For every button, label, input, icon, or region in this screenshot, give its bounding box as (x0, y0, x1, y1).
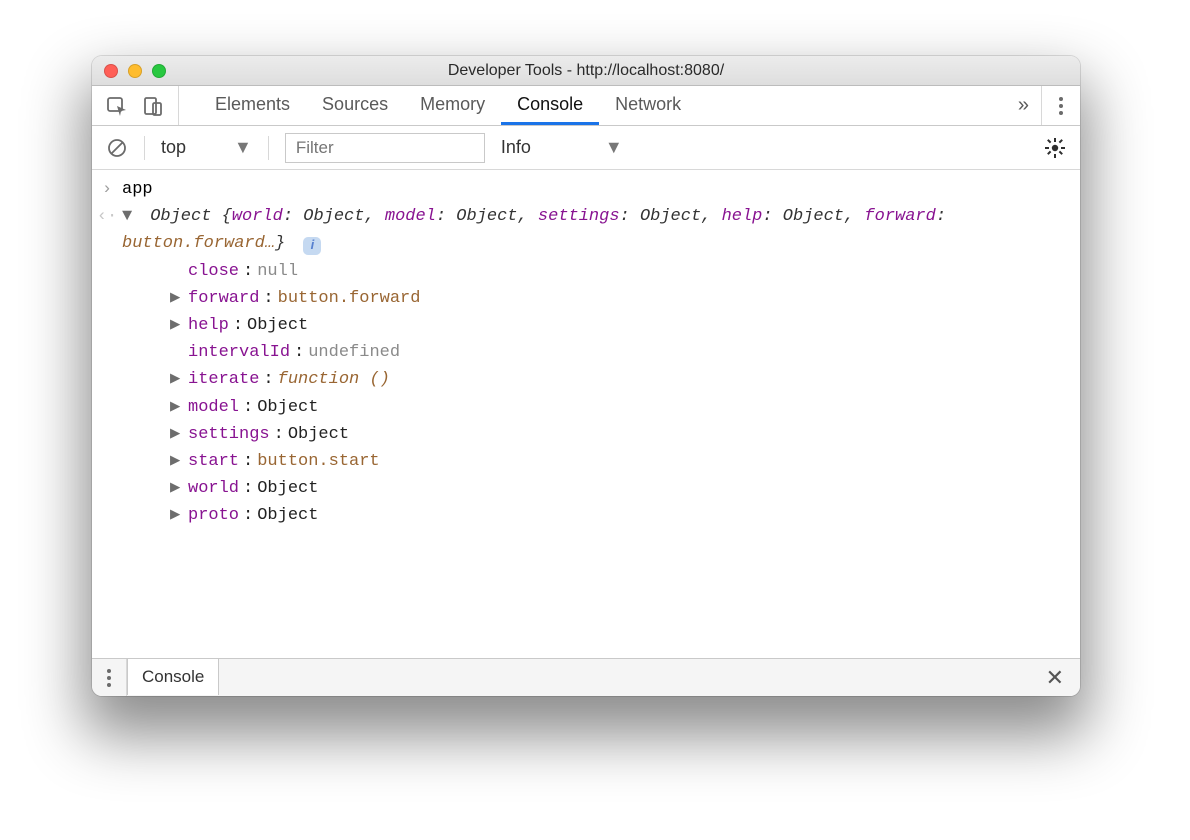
devtools-window: Developer Tools - http://localhost:8080/… (92, 56, 1080, 696)
property-value: Object (247, 312, 308, 339)
triangle-right-icon[interactable]: ▶ (170, 285, 184, 312)
console-input-echo: app (122, 176, 1080, 203)
separator (144, 136, 145, 160)
property-value: button.start (257, 448, 379, 475)
property-value: Object (257, 394, 318, 421)
property-value: null (257, 258, 298, 285)
object-property: ▶intervalId: undefined (170, 339, 1068, 366)
titlebar[interactable]: Developer Tools - http://localhost:8080/ (92, 56, 1080, 86)
drawer-kebab-menu-icon[interactable] (106, 668, 112, 688)
object-property[interactable]: ▶ proto : Object (170, 502, 1068, 529)
inspect-element-icon[interactable] (106, 95, 128, 117)
clear-console-icon[interactable] (106, 137, 128, 159)
log-level-select[interactable]: Info ▼ (501, 137, 623, 158)
log-level-value: Info (501, 137, 531, 158)
property-key: intervalId (188, 339, 290, 366)
property-key: start (188, 448, 239, 475)
object-property[interactable]: ▶settings: Object (170, 421, 1068, 448)
property-value: Object (257, 475, 318, 502)
return-chevron-icon: ‹· (92, 203, 122, 230)
toggle-device-toolbar-icon[interactable] (142, 95, 164, 117)
execution-context-select[interactable]: top ▼ (161, 137, 252, 158)
tab-console[interactable]: Console (501, 86, 599, 125)
property-key: proto (188, 502, 239, 529)
property-value: button.forward (278, 285, 421, 312)
chevron-down-icon: ▼ (234, 137, 252, 158)
triangle-right-icon[interactable]: ▶ (170, 312, 184, 339)
tab-sources[interactable]: Sources (306, 86, 404, 125)
drawer-tab-console[interactable]: Console (127, 658, 219, 695)
console-body[interactable]: › app ‹· ▼ Object {world: Object, model:… (92, 170, 1080, 658)
object-property[interactable]: ▶start: button.start (170, 448, 1068, 475)
window-title: Developer Tools - http://localhost:8080/ (92, 62, 1080, 80)
kebab-menu-icon[interactable] (1058, 96, 1064, 116)
triangle-right-icon[interactable]: ▶ (170, 394, 184, 421)
console-filter-input[interactable] (285, 133, 485, 163)
tab-network[interactable]: Network (599, 86, 697, 125)
minimize-window-button[interactable] (128, 64, 142, 78)
drawer: Console ✕ (92, 658, 1080, 696)
chevron-down-icon: ▼ (605, 137, 623, 158)
property-key: help (188, 312, 229, 339)
triangle-right-icon[interactable]: ▶ (170, 475, 184, 502)
triangle-right-icon[interactable]: ▶ (170, 421, 184, 448)
property-key: settings (188, 421, 270, 448)
console-subbar: top ▼ Info ▼ (92, 126, 1080, 170)
property-key: model (188, 394, 239, 421)
property-key: world (188, 475, 239, 502)
object-property: ▶close: null (170, 258, 1068, 285)
execution-context-value: top (161, 137, 186, 158)
property-value: Object (257, 502, 318, 529)
property-key: close (188, 258, 239, 285)
drawer-tab-label: Console (142, 667, 204, 687)
main-toolbar: ElementsSourcesMemoryConsoleNetwork » (92, 86, 1080, 126)
property-key: forward (188, 285, 259, 312)
object-property[interactable]: ▶forward: button.forward (170, 285, 1068, 312)
close-window-button[interactable] (104, 64, 118, 78)
triangle-right-icon[interactable]: ▶ (170, 502, 184, 529)
triangle-right-icon[interactable]: ▶ (170, 366, 184, 393)
more-tabs-icon[interactable]: » (1006, 86, 1041, 125)
property-value: function () (278, 366, 390, 393)
object-property[interactable]: ▶model: Object (170, 394, 1068, 421)
traffic-lights (92, 64, 166, 78)
object-expand-toggle[interactable]: ▼ (122, 203, 134, 230)
tab-elements[interactable]: Elements (199, 86, 306, 125)
close-drawer-icon[interactable]: ✕ (1030, 659, 1080, 696)
prompt-chevron-icon: › (92, 176, 122, 203)
property-key: iterate (188, 366, 259, 393)
console-settings-icon[interactable] (1044, 137, 1066, 159)
zoom-window-button[interactable] (152, 64, 166, 78)
object-property[interactable]: ▶world: Object (170, 475, 1068, 502)
property-value: Object (288, 421, 349, 448)
object-summary[interactable]: Object {world: Object, model: Object, se… (122, 207, 946, 253)
tab-memory[interactable]: Memory (404, 86, 501, 125)
object-property[interactable]: ▶iterate: function () (170, 366, 1068, 393)
triangle-right-icon[interactable]: ▶ (170, 448, 184, 475)
object-property[interactable]: ▶help: Object (170, 312, 1068, 339)
object-properties-list: ▶close: null▶forward: button.forward▶hel… (122, 258, 1080, 530)
info-icon[interactable]: i (303, 237, 321, 255)
property-value: undefined (308, 339, 400, 366)
separator (268, 136, 269, 160)
